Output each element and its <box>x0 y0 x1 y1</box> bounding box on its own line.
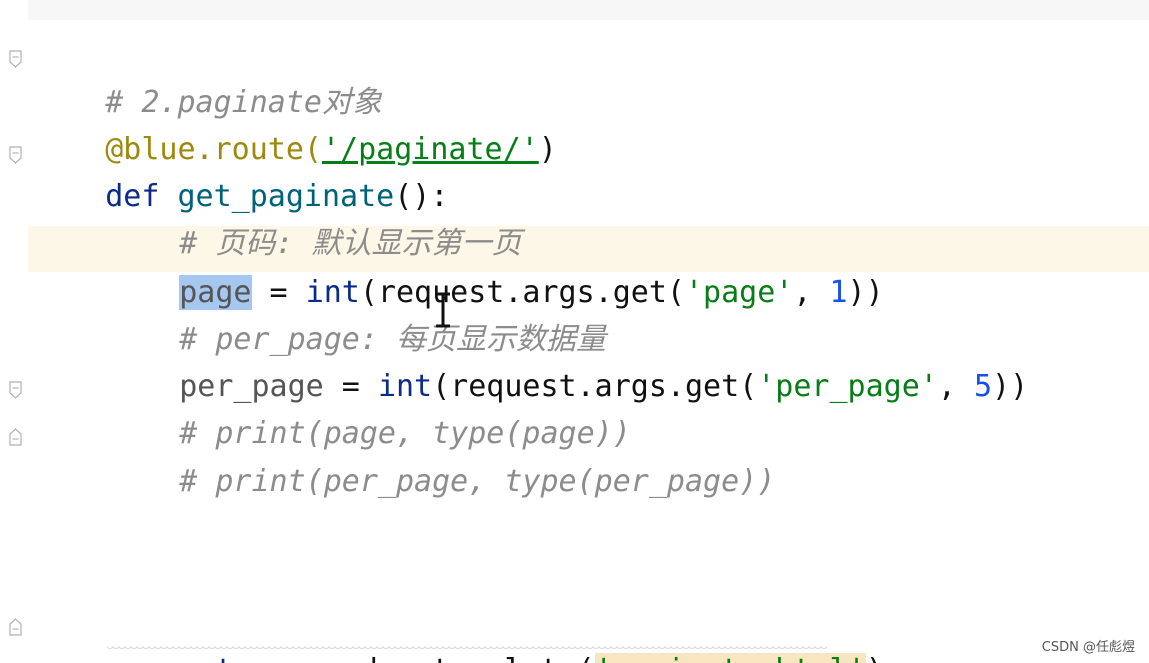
code-editor[interactable]: # 2.paginate对象 @blue.route('/paginate/')… <box>0 0 1149 663</box>
code-line[interactable]: # print(per_page, type(per_page)) <box>33 416 775 499</box>
code-punctuation: , <box>937 369 974 404</box>
code-line[interactable]: @blue.route('/paginate/') <box>33 84 557 167</box>
code-string-highlighted[interactable]: 'paginate.html' <box>594 653 866 663</box>
code-call: render_template( <box>288 653 595 663</box>
code-string: 'page' <box>684 275 794 310</box>
code-string: 'per_page' <box>757 369 938 404</box>
text-cursor-icon <box>436 292 450 328</box>
code-punctuation: ) <box>538 132 557 167</box>
fold-end-marker-icon[interactable] <box>9 428 22 446</box>
code-line[interactable]: # 页码: 默认显示第一页 <box>33 178 521 261</box>
fold-marker-icon[interactable] <box>9 381 22 399</box>
code-line[interactable]: def get_paginate(): <box>33 131 448 214</box>
code-number: 1 <box>829 275 848 310</box>
code-line[interactable]: per_page = int(request.args.get('per_pag… <box>33 321 1028 404</box>
code-number: 5 <box>973 369 993 404</box>
warning-underline <box>107 646 827 649</box>
code-punctuation: )) <box>847 275 884 310</box>
code-punctuation: ) <box>866 653 884 663</box>
code-keyword: return <box>179 653 287 663</box>
code-line-current[interactable]: page = int(request.args.get('page', 1)) <box>33 227 884 310</box>
fold-marker-icon[interactable] <box>9 146 22 164</box>
watermark: CSDN @任彪煜 <box>1041 640 1135 655</box>
fold-marker-icon[interactable] <box>9 50 22 68</box>
code-punctuation: )) <box>992 369 1029 404</box>
code-comment: # print(per_page, type(per_page)) <box>179 464 776 499</box>
code-line[interactable]: # print(page, type(page)) <box>33 368 631 451</box>
editor-gutter <box>0 0 28 663</box>
fold-end-marker-icon[interactable] <box>9 618 22 636</box>
code-line[interactable]: # 2.paginate对象 <box>33 37 382 120</box>
editor-top-strip <box>0 0 1149 20</box>
code-line[interactable]: # per_page: 每页显示数据量 <box>33 274 606 357</box>
code-line[interactable]: return render_template('paginate.html') <box>33 605 884 663</box>
code-punctuation: , <box>793 275 830 310</box>
